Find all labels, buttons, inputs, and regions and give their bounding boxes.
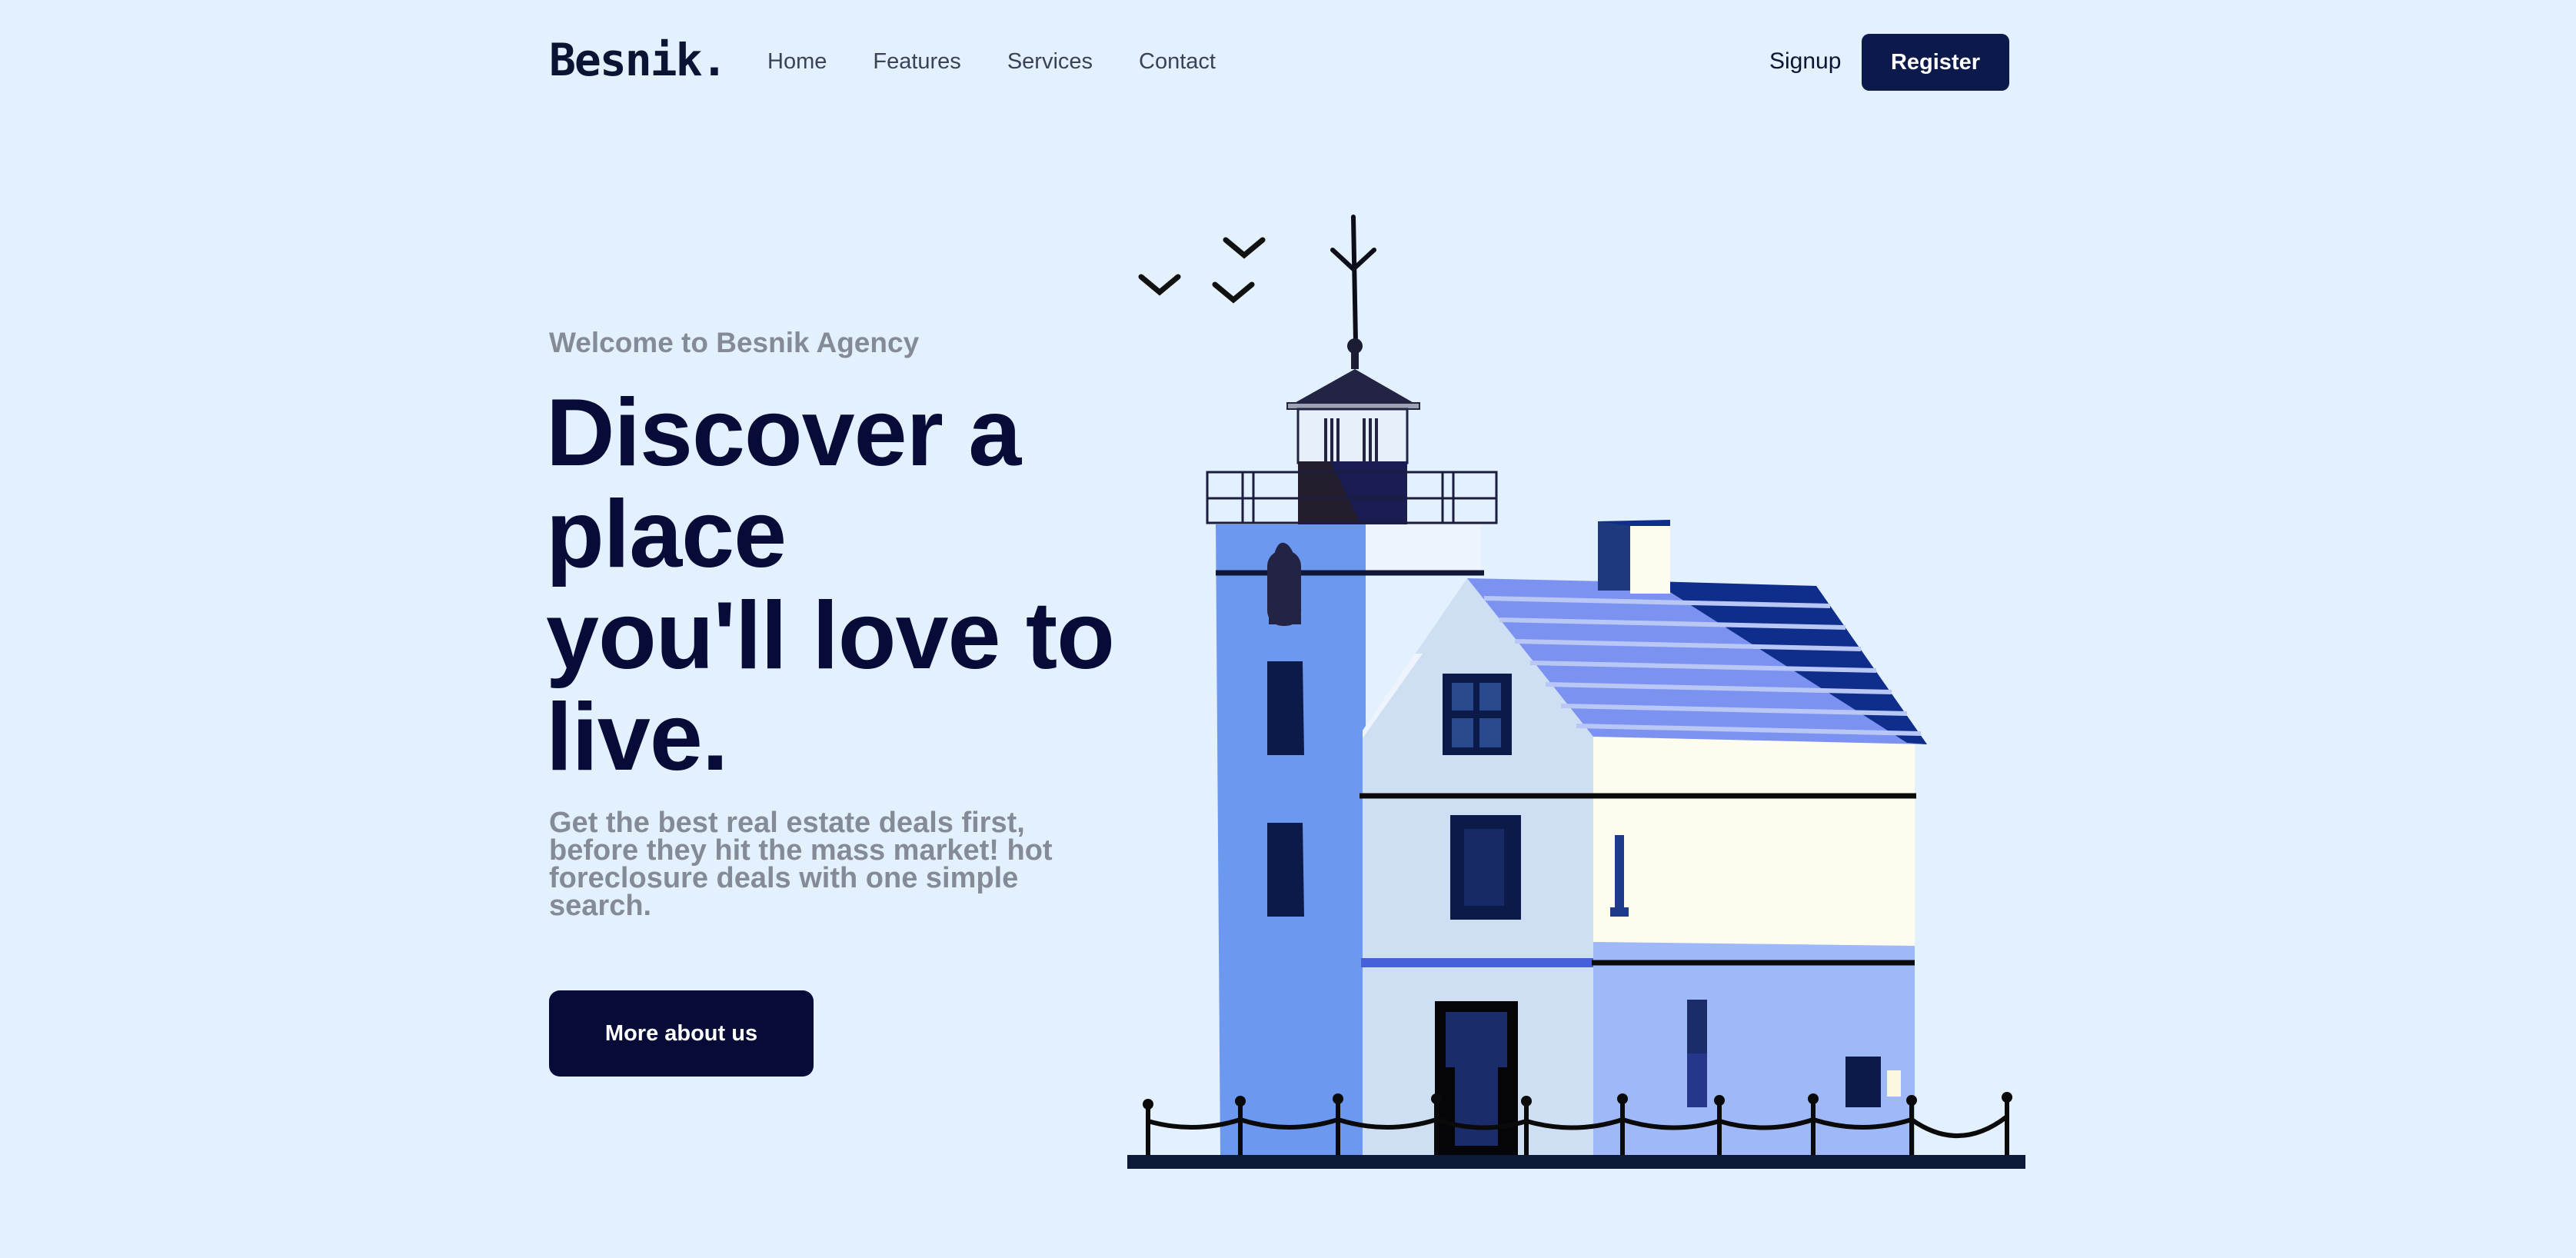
site-header: Besnik. Home Features Services Contact S… — [549, 31, 2010, 92]
nav-contact[interactable]: Contact — [1139, 48, 1216, 75]
nav-features[interactable]: Features — [873, 48, 960, 75]
headline-line-4: live. — [546, 684, 728, 790]
antenna-icon — [1330, 215, 1376, 344]
hero-kicker: Welcome to Besnik Agency — [549, 327, 920, 358]
headline-line-3: you'll love to — [546, 583, 1115, 689]
logo[interactable]: Besnik. — [549, 34, 727, 86]
lighthouse-illustration — [1127, 215, 2025, 1169]
headline-line-2: place — [546, 481, 787, 587]
hero-headline: Discover a place you'll love to live. — [546, 382, 1161, 788]
hero-subtext: Get the best real estate deals first, be… — [549, 807, 1053, 922]
headline-line-1: Discover a — [546, 380, 1021, 486]
signup-link[interactable]: Signup — [1769, 48, 1841, 75]
nav-services[interactable]: Services — [1007, 48, 1093, 75]
nav-home[interactable]: Home — [767, 48, 827, 75]
landing-page: Besnik. Home Features Services Contact S… — [0, 0, 2576, 1258]
more-about-us-button[interactable]: More about us — [549, 990, 814, 1077]
main-nav: Home Features Services Contact — [767, 48, 1262, 75]
register-button[interactable]: Register — [1862, 34, 2009, 91]
birds-icon — [1138, 237, 1266, 304]
